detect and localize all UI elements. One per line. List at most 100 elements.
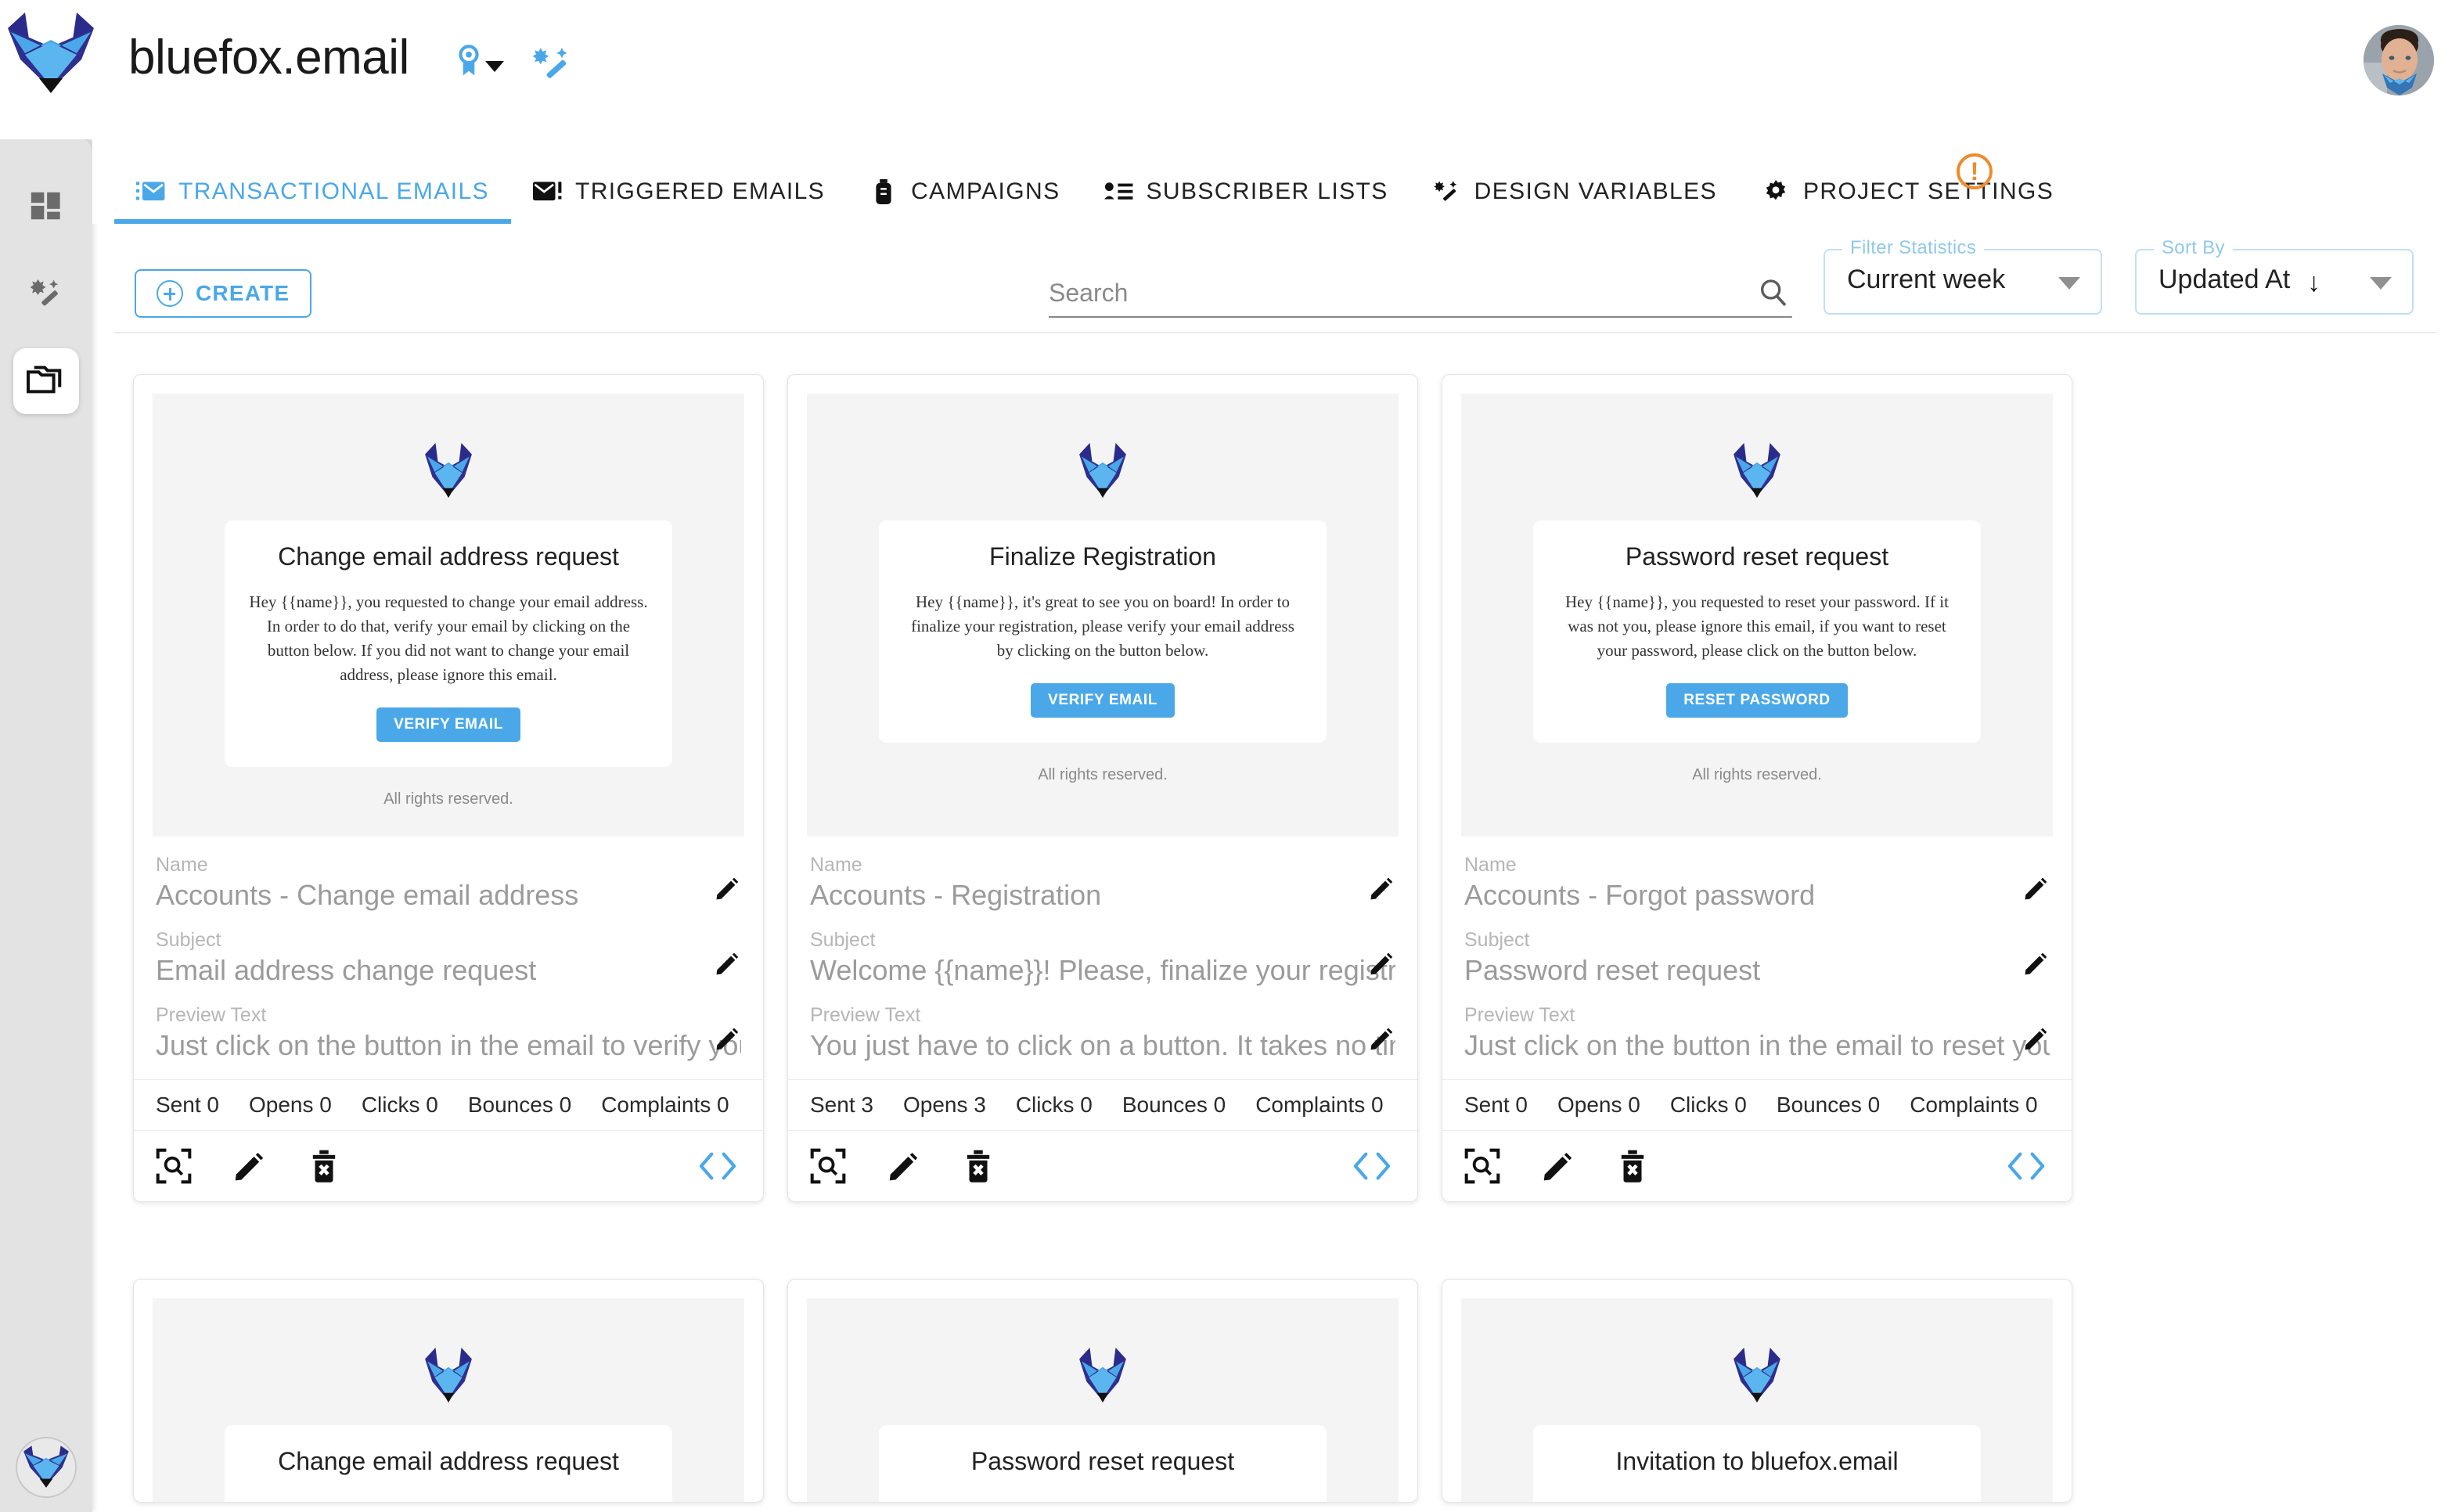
folders-icon xyxy=(26,362,66,401)
edit-pencil-icon[interactable] xyxy=(713,1024,741,1053)
field-subject: Subject Password reset request xyxy=(1464,929,2050,990)
stat-complaints: Complaints 0 xyxy=(1255,1093,1384,1117)
field-value: Welcome {{name}}! Please, finalize your … xyxy=(810,954,1395,986)
sidebar-item-dashboard[interactable] xyxy=(13,175,79,240)
field-label: Preview Text xyxy=(1464,1004,1575,1026)
tab-campaigns[interactable]: CAMPAIGNS xyxy=(847,139,1082,224)
stat-opens: Opens 3 xyxy=(902,1093,986,1117)
sidebar-bluefox-logo[interactable] xyxy=(16,1437,77,1498)
sort-by-value: Updated At xyxy=(2158,265,2291,294)
edit-pencil-icon[interactable] xyxy=(1367,949,1395,977)
tab-label: SUBSCRIBER LISTS xyxy=(1146,178,1388,204)
sidebar-item-design[interactable] xyxy=(13,262,79,328)
email-preview-body: Hey {{name}}, it's great to see you on b… xyxy=(911,592,1294,661)
sort-by-select[interactable]: Sort By Updated At ↓ xyxy=(2135,237,2414,315)
email-preview-title: Change email address request xyxy=(278,542,619,571)
tab-project-settings[interactable]: PROJECT SETTINGS xyxy=(1739,139,2076,224)
stat-complaints: Complaints 0 xyxy=(601,1093,729,1117)
edit-pencil-icon[interactable] xyxy=(713,949,741,977)
avatar[interactable] xyxy=(2364,25,2434,95)
email-preview-panel: Password reset request xyxy=(879,1425,1327,1502)
chevron-down-icon[interactable] xyxy=(2370,277,2392,290)
edit-pencil-icon[interactable] xyxy=(2022,1024,2050,1053)
email-preview: Password reset request Hey {{name}}, you… xyxy=(1461,394,2053,837)
email-preview-footer: All rights reserved. xyxy=(383,790,513,808)
email-preview-panel: Change email address request Hey {{name}… xyxy=(225,520,672,768)
preview-scan-icon[interactable] xyxy=(156,1148,192,1184)
field-value: Email address change request xyxy=(156,954,537,986)
email-template-card[interactable]: Change email address request Hey {{name}… xyxy=(133,374,764,1202)
sidebar-item-projects[interactable] xyxy=(13,348,79,414)
tab-label: DESIGN VARIABLES xyxy=(1474,178,1717,204)
plus-circle-icon xyxy=(157,280,183,307)
stat-complaints: Complaints 0 xyxy=(1910,1093,2038,1117)
edit-pencil-icon[interactable] xyxy=(2022,949,2050,977)
edit-pencil-icon[interactable] xyxy=(2022,874,2050,902)
edit-pencil-icon[interactable] xyxy=(713,874,741,902)
card-actions xyxy=(1442,1131,2072,1201)
app-root: bluefox.email TRANSACTIONAL EMAILS TRIGG… xyxy=(0,0,2459,1512)
bluefox-logo-icon xyxy=(20,1443,72,1492)
field-name: Name Accounts - Forgot password xyxy=(1464,854,2050,915)
subscriber-list-icon xyxy=(1103,178,1134,205)
email-template-card[interactable]: Password reset request Hey {{name}}, you… xyxy=(1442,374,2072,1202)
edit-pencil-icon[interactable] xyxy=(231,1148,267,1184)
field-subject: Subject Welcome {{name}}! Please, finali… xyxy=(810,929,1395,990)
tab-subscriber-lists[interactable]: SUBSCRIBER LISTS xyxy=(1082,139,1410,224)
edit-pencil-icon[interactable] xyxy=(885,1148,921,1184)
sort-direction-icon[interactable]: ↓ xyxy=(2307,269,2320,296)
delete-trash-icon[interactable] xyxy=(960,1148,996,1184)
tab-label: TRANSACTIONAL EMAILS xyxy=(178,178,489,204)
field-preview-text: Preview Text Just click on the button in… xyxy=(156,1004,741,1065)
preview-scan-icon[interactable] xyxy=(810,1148,846,1184)
preview-scan-icon[interactable] xyxy=(1464,1148,1500,1184)
email-preview-cta-button[interactable]: VERIFY EMAIL xyxy=(376,707,520,743)
magic-wand-icon[interactable] xyxy=(532,44,573,85)
field-name: Name Accounts - Registration xyxy=(810,854,1395,915)
magic-wand-icon xyxy=(28,275,64,315)
chevron-down-icon[interactable] xyxy=(2058,277,2080,290)
email-preview-panel: Invitation to bluefox.email xyxy=(1533,1425,1981,1502)
field-value: You just have to click on a button. It t… xyxy=(810,1029,1395,1061)
field-label: Name xyxy=(1464,854,1517,876)
tab-design-variables[interactable]: DESIGN VARIABLES xyxy=(1410,139,1739,224)
search-field[interactable] xyxy=(1049,272,1792,318)
email-template-card[interactable]: Invitation to bluefox.email xyxy=(1442,1279,2072,1503)
edit-pencil-icon[interactable] xyxy=(1367,874,1395,902)
stat-clicks: Clicks 0 xyxy=(1015,1093,1093,1117)
field-value: Accounts - Forgot password xyxy=(1464,879,1816,911)
verified-badge-icon[interactable] xyxy=(455,44,482,77)
delete-trash-icon[interactable] xyxy=(306,1148,342,1184)
email-template-card[interactable]: Finalize Registration Hey {{name}}, it's… xyxy=(787,374,1418,1202)
status-badge[interactable]: ! xyxy=(1957,153,1993,189)
email-template-card[interactable]: Change email address request xyxy=(133,1279,764,1503)
edit-pencil-icon[interactable] xyxy=(1539,1148,1575,1184)
create-button[interactable]: CREATE xyxy=(135,269,312,318)
filter-statistics-select[interactable]: Filter Statistics Current week xyxy=(1824,237,2102,315)
stat-bounces: Bounces 0 xyxy=(1776,1093,1881,1117)
email-preview-cta-button[interactable]: VERIFY EMAIL xyxy=(1031,683,1175,718)
code-brackets-icon[interactable] xyxy=(2003,1148,2050,1184)
transactional-email-icon xyxy=(136,178,166,205)
email-preview: Invitation to bluefox.email xyxy=(1461,1298,2053,1502)
search-input[interactable] xyxy=(1049,272,1737,313)
design-variables-icon xyxy=(1432,178,1462,205)
email-preview-footer: All rights reserved. xyxy=(1038,766,1168,784)
email-preview-cta-button[interactable]: RESET PASSWORD xyxy=(1666,683,1848,718)
code-brackets-icon[interactable] xyxy=(694,1148,741,1184)
edit-pencil-icon[interactable] xyxy=(1367,1024,1395,1053)
chevron-down-icon[interactable] xyxy=(485,61,504,72)
email-preview-panel: Change email address request xyxy=(225,1425,672,1502)
dashboard-grid-icon xyxy=(28,188,64,228)
stat-bounces: Bounces 0 xyxy=(467,1093,572,1117)
field-label: Subject xyxy=(810,929,876,951)
email-template-card[interactable]: Password reset request xyxy=(787,1279,1418,1503)
bluefox-logo-icon xyxy=(1731,439,1783,499)
code-brackets-icon[interactable] xyxy=(1348,1148,1395,1184)
search-icon[interactable] xyxy=(1758,277,1789,308)
tab-transactional-emails[interactable]: TRANSACTIONAL EMAILS xyxy=(114,139,511,224)
card-fields: Name Accounts - Change email address Sub… xyxy=(134,837,763,1065)
delete-trash-icon[interactable] xyxy=(1615,1148,1651,1184)
email-preview-title: Password reset request xyxy=(970,1447,1235,1475)
tab-triggered-emails[interactable]: TRIGGERED EMAILS xyxy=(511,139,847,224)
